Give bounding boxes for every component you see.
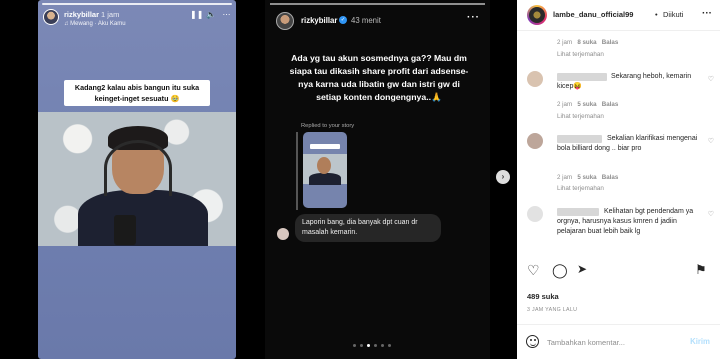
page-dot — [360, 344, 363, 347]
see-translation-link[interactable]: Lihat terjemahan — [557, 185, 604, 192]
page-dot — [374, 344, 377, 347]
dm-message: Laporin bang, dia banyak dpt cuan dr mas… — [295, 214, 441, 242]
like-comment-icon[interactable]: ♡ — [708, 137, 714, 145]
story-username[interactable]: rizkybillar — [301, 16, 337, 25]
screenshot-root: rizkybillar 1 jam ♫ Mewang · Aku Kamu ❚❚… — [0, 0, 720, 359]
like-comment-icon[interactable]: ♡ — [708, 210, 714, 218]
avatar[interactable] — [527, 5, 547, 25]
story-time: 43 menit — [351, 16, 381, 25]
comment-text: Sekalian klarifikasi mengenai bola billi… — [557, 135, 698, 152]
story-username[interactable]: rizkybillar — [64, 10, 99, 19]
avatar[interactable] — [527, 133, 543, 149]
story-photo — [38, 112, 236, 246]
follow-status[interactable]: Diikuti — [663, 10, 683, 19]
like-icon[interactable]: ♡ — [527, 262, 540, 279]
pause-icon[interactable]: ❚❚ — [190, 10, 203, 19]
replied-label: Replied to your story — [301, 123, 355, 129]
more-options-icon[interactable]: ··· — [702, 8, 712, 19]
replied-story-thumbnail[interactable] — [303, 132, 347, 208]
story-pagination — [353, 344, 391, 347]
share-icon[interactable]: ➤ — [577, 262, 587, 276]
page-dot — [353, 344, 356, 347]
comment-icon[interactable]: ◯ — [552, 262, 568, 279]
comment-likes[interactable]: 5 suka — [577, 101, 596, 108]
more-options-icon[interactable]: ··· — [467, 12, 480, 23]
story-middle[interactable]: rizkybillar ✓ 43 menit ··· Ada yg tau ak… — [265, 0, 490, 359]
story-music[interactable]: ♫ Mewang · Aku Kamu — [64, 21, 126, 27]
page-dot-active — [367, 344, 370, 347]
avatar[interactable] — [276, 12, 294, 30]
see-translation-link[interactable]: Lihat terjemahan — [557, 51, 604, 58]
comment-time: 2 jam — [557, 101, 573, 108]
story-progress-bar — [42, 3, 232, 5]
story-left[interactable]: rizkybillar 1 jam ♫ Mewang · Aku Kamu ❚❚… — [38, 0, 236, 359]
comment-meta: 2 jam 5 suka Balas — [557, 101, 618, 108]
post-panel: lambe_danu_official99 • Diikuti ··· 2 ja… — [517, 0, 720, 359]
story-progress-bar — [270, 3, 485, 5]
sound-icon[interactable]: 🔈 — [206, 10, 216, 19]
story-caption: Kadang2 kalau abis bangun itu suka keing… — [64, 80, 210, 106]
post-header: lambe_danu_official99 • Diikuti ··· — [517, 0, 720, 31]
post-actions: ♡ ◯ ➤ ⚑ — [517, 262, 720, 282]
next-arrow-button[interactable]: › — [496, 170, 510, 184]
see-translation-link[interactable]: Lihat terjemahan — [557, 113, 604, 120]
comment-meta: 2 jam 8 suka Balas — [557, 39, 618, 46]
avatar[interactable] — [527, 71, 543, 87]
comment-input[interactable] — [547, 335, 683, 349]
emoji-icon[interactable] — [526, 335, 539, 348]
comment-likes[interactable]: 5 suka — [577, 174, 596, 181]
comment-likes[interactable]: 8 suka — [577, 39, 596, 46]
reply-indicator — [296, 132, 298, 210]
comment-bar: Kirim — [517, 324, 720, 359]
more-icon[interactable]: ⋯ — [222, 10, 231, 19]
like-comment-icon[interactable]: ♡ — [708, 75, 714, 83]
verified-badge-icon: ✓ — [339, 16, 347, 24]
comment-time: 2 jam — [557, 174, 573, 181]
comment-time: 2 jam — [557, 39, 573, 46]
separator-dot: • — [655, 10, 658, 19]
bookmark-icon[interactable]: ⚑ — [695, 262, 707, 278]
avatar[interactable] — [527, 206, 543, 222]
reply-button[interactable]: Balas — [602, 39, 619, 46]
avatar — [277, 228, 289, 240]
page-dot — [388, 344, 391, 347]
likes-count[interactable]: 489 suka — [527, 292, 559, 301]
story-time: 1 jam — [101, 10, 120, 19]
comment-meta: 2 jam 5 suka Balas — [557, 174, 618, 181]
reply-button[interactable]: Balas — [602, 174, 619, 181]
avatar[interactable] — [43, 9, 59, 25]
reply-button[interactable]: Balas — [602, 101, 619, 108]
comment-text: Sekarang heboh, kemarin kicep😝 — [557, 73, 692, 90]
account-name[interactable]: lambe_danu_official99 — [553, 10, 633, 19]
page-dot — [381, 344, 384, 347]
story-text: Ada yg tau akun sosmednya ga?? Mau dm si… — [289, 53, 469, 102]
send-button[interactable]: Kirim — [690, 337, 710, 346]
comment-text: Kelihatan bgt pendendam ya orgnya, harus… — [557, 208, 694, 235]
post-time: 3 JAM YANG LALU — [527, 307, 578, 313]
